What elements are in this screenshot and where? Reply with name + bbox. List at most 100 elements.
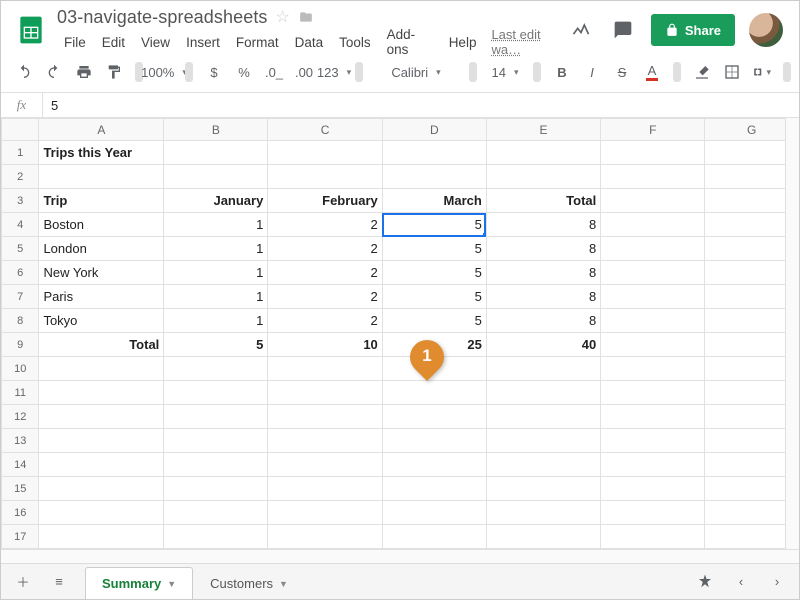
cell[interactable] xyxy=(39,525,164,549)
format-currency-button[interactable]: $ xyxy=(201,59,227,85)
cell[interactable] xyxy=(601,285,705,309)
text-color-button[interactable]: A xyxy=(639,59,665,85)
cell[interactable] xyxy=(39,405,164,429)
row-header[interactable]: 13 xyxy=(2,429,39,453)
cell[interactable] xyxy=(486,525,600,549)
cell[interactable] xyxy=(601,525,705,549)
cell[interactable]: February xyxy=(268,189,382,213)
cell[interactable] xyxy=(486,453,600,477)
cell[interactable] xyxy=(164,429,268,453)
cell[interactable] xyxy=(268,381,382,405)
cell[interactable] xyxy=(39,477,164,501)
cell[interactable] xyxy=(268,405,382,429)
cell[interactable] xyxy=(486,141,600,165)
row-header[interactable]: 12 xyxy=(2,405,39,429)
column-header[interactable]: D xyxy=(382,119,486,141)
explore-button[interactable] xyxy=(691,568,719,596)
cell[interactable] xyxy=(601,261,705,285)
row-header[interactable]: 6 xyxy=(2,261,39,285)
all-sheets-button[interactable]: ≡ xyxy=(45,568,73,596)
cell[interactable]: Total xyxy=(39,333,164,357)
row-header[interactable]: 4 xyxy=(2,213,39,237)
paint-format-button[interactable] xyxy=(101,59,127,85)
cell[interactable] xyxy=(601,453,705,477)
cell[interactable] xyxy=(268,165,382,189)
sheet-tab[interactable]: Customers▼ xyxy=(193,567,305,599)
increase-decimal-button[interactable]: .00 xyxy=(291,59,317,85)
cell[interactable] xyxy=(486,381,600,405)
row-header[interactable]: 9 xyxy=(2,333,39,357)
cell[interactable]: 5 xyxy=(164,333,268,357)
sheet-tab[interactable]: Summary▼ xyxy=(85,567,193,599)
row-header[interactable]: 16 xyxy=(2,501,39,525)
cell[interactable] xyxy=(601,381,705,405)
cell[interactable] xyxy=(601,429,705,453)
cell[interactable]: 8 xyxy=(486,213,600,237)
cell[interactable] xyxy=(601,237,705,261)
cell[interactable] xyxy=(164,381,268,405)
borders-button[interactable] xyxy=(719,59,745,85)
cell[interactable] xyxy=(601,357,705,381)
cell[interactable] xyxy=(382,405,486,429)
cell[interactable] xyxy=(486,501,600,525)
fill-color-button[interactable] xyxy=(689,59,715,85)
cell[interactable]: Trip xyxy=(39,189,164,213)
chevron-down-icon[interactable]: ▼ xyxy=(279,579,288,589)
cell[interactable] xyxy=(601,501,705,525)
cell[interactable]: 1 xyxy=(164,213,268,237)
cell[interactable] xyxy=(486,357,600,381)
row-header[interactable]: 15 xyxy=(2,477,39,501)
cell[interactable] xyxy=(601,405,705,429)
number-format-select[interactable]: 123 xyxy=(321,59,347,85)
cell[interactable]: March xyxy=(382,189,486,213)
cell[interactable] xyxy=(382,141,486,165)
cell[interactable]: 2 xyxy=(268,285,382,309)
row-header[interactable]: 8 xyxy=(2,309,39,333)
cell[interactable]: 10 xyxy=(268,333,382,357)
column-header[interactable]: E xyxy=(486,119,600,141)
cell[interactable] xyxy=(164,477,268,501)
cell[interactable] xyxy=(601,213,705,237)
menu-edit[interactable]: Edit xyxy=(95,33,132,52)
row-header[interactable]: 1 xyxy=(2,141,39,165)
bold-button[interactable]: B xyxy=(549,59,575,85)
document-title[interactable]: 03-navigate-spreadsheets xyxy=(57,7,268,28)
cell[interactable]: London xyxy=(39,237,164,261)
column-header[interactable]: B xyxy=(164,119,268,141)
cell[interactable]: 5 xyxy=(382,213,486,237)
chevron-down-icon[interactable]: ▼ xyxy=(167,579,176,589)
cell[interactable] xyxy=(268,429,382,453)
cell[interactable]: 1 xyxy=(164,261,268,285)
cell[interactable]: 5 xyxy=(382,237,486,261)
sheets-logo-icon[interactable] xyxy=(11,10,51,50)
zoom-select[interactable]: 100% xyxy=(151,59,177,85)
cell[interactable]: 40 xyxy=(486,333,600,357)
cell[interactable] xyxy=(382,501,486,525)
cell[interactable] xyxy=(164,453,268,477)
horizontal-scrollbar[interactable] xyxy=(1,549,799,563)
cell[interactable] xyxy=(164,501,268,525)
cell[interactable] xyxy=(39,429,164,453)
cell[interactable] xyxy=(382,357,486,381)
cell[interactable] xyxy=(164,165,268,189)
cell[interactable] xyxy=(382,381,486,405)
row-header[interactable]: 7 xyxy=(2,285,39,309)
menu-file[interactable]: File xyxy=(57,33,93,52)
cell[interactable]: 1 xyxy=(164,285,268,309)
undo-button[interactable] xyxy=(11,59,37,85)
cell[interactable] xyxy=(601,165,705,189)
cell[interactable] xyxy=(39,501,164,525)
cell[interactable] xyxy=(164,357,268,381)
cell[interactable]: 2 xyxy=(268,309,382,333)
cell[interactable]: 2 xyxy=(268,261,382,285)
move-folder-icon[interactable] xyxy=(298,10,314,24)
cell[interactable]: 2 xyxy=(268,213,382,237)
row-header[interactable]: 5 xyxy=(2,237,39,261)
column-header[interactable]: F xyxy=(601,119,705,141)
menu-insert[interactable]: Insert xyxy=(179,33,227,52)
cell[interactable]: 25 xyxy=(382,333,486,357)
cell[interactable]: Total xyxy=(486,189,600,213)
row-header[interactable]: 10 xyxy=(2,357,39,381)
cell[interactable] xyxy=(39,357,164,381)
cell[interactable]: 5 xyxy=(382,285,486,309)
